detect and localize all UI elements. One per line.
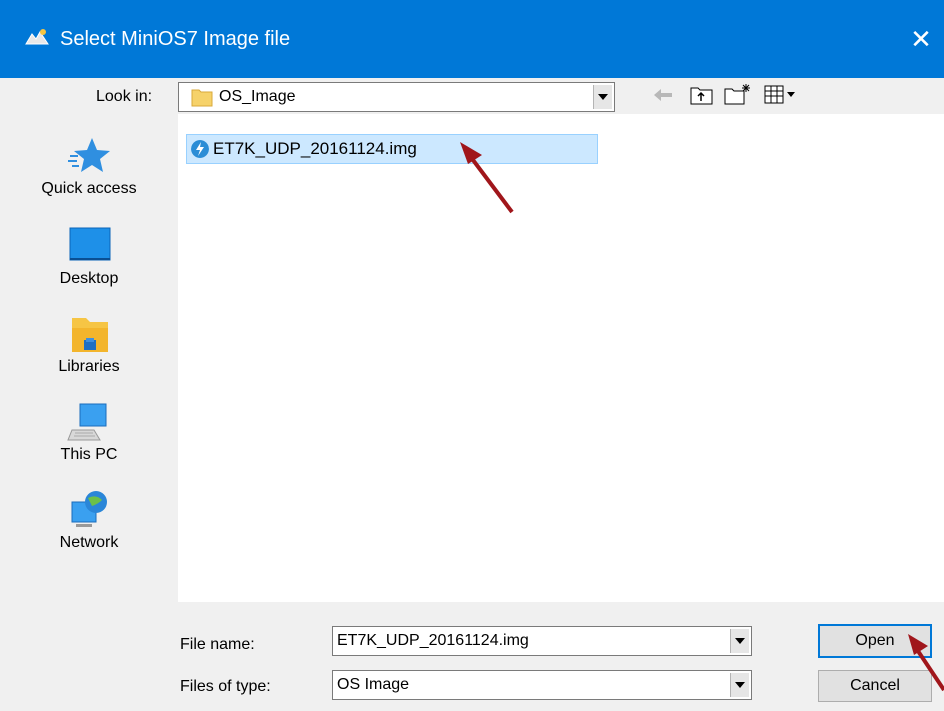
desktop-icon bbox=[69, 227, 111, 261]
list-item[interactable]: ET7K_UDP_20161124.img bbox=[186, 134, 598, 164]
sidebar-item-desktop[interactable]: Desktop bbox=[0, 218, 178, 300]
sidebar-item-label: Libraries bbox=[58, 358, 120, 375]
sidebar-item-label: Network bbox=[59, 534, 119, 551]
star-icon bbox=[68, 138, 110, 172]
sidebar-item-this-pc[interactable]: This PC bbox=[0, 394, 178, 476]
look-in-combo[interactable]: OS_Image bbox=[178, 82, 615, 112]
new-folder-icon[interactable] bbox=[724, 82, 752, 106]
view-menu-icon[interactable] bbox=[764, 84, 796, 106]
file-name-field[interactable]: ET7K_UDP_20161124.img bbox=[332, 626, 752, 656]
look-in-label: Look in: bbox=[96, 88, 153, 105]
look-in-value: OS_Image bbox=[219, 88, 296, 105]
window-title: Select MiniOS7 Image file bbox=[60, 28, 291, 50]
app-icon bbox=[25, 29, 49, 45]
file-name-label: File name: bbox=[180, 636, 255, 653]
file-name: ET7K_UDP_20161124.img bbox=[213, 139, 417, 158]
chevron-down-icon[interactable] bbox=[593, 85, 612, 109]
sidebar-item-label: Quick access bbox=[41, 180, 137, 197]
file-lightning-icon bbox=[191, 140, 209, 158]
libraries-icon bbox=[72, 318, 108, 352]
file-type-value: OS Image bbox=[337, 676, 410, 693]
computer-icon bbox=[67, 403, 107, 441]
chevron-down-icon[interactable] bbox=[730, 673, 749, 697]
sidebar-item-label: Desktop bbox=[59, 270, 119, 287]
file-name-value: ET7K_UDP_20161124.img bbox=[337, 632, 529, 649]
folder-icon bbox=[191, 89, 213, 107]
chevron-down-icon[interactable] bbox=[730, 629, 749, 653]
sidebar-item-label: This PC bbox=[60, 446, 118, 463]
back-arrow-icon[interactable] bbox=[652, 86, 674, 104]
sidebar-item-libraries[interactable]: Libraries bbox=[0, 306, 178, 388]
sidebar-item-quick-access[interactable]: Quick access bbox=[0, 128, 178, 210]
file-type-label: Files of type: bbox=[180, 678, 271, 695]
file-list[interactable]: ET7K_UDP_20161124.img bbox=[178, 114, 944, 602]
network-icon bbox=[71, 491, 107, 527]
close-icon[interactable]: ✕ bbox=[898, 0, 944, 78]
sidebar-item-network[interactable]: Network bbox=[0, 482, 178, 564]
file-type-select[interactable]: OS Image bbox=[332, 670, 752, 700]
title-bar: Select MiniOS7 Image file ✕ bbox=[0, 0, 944, 78]
places-sidebar: Quick access Desktop Libraries This PC N… bbox=[0, 114, 178, 602]
up-folder-icon[interactable] bbox=[690, 84, 714, 106]
cancel-button[interactable]: Cancel bbox=[818, 670, 932, 702]
open-button[interactable]: Open bbox=[818, 624, 932, 658]
